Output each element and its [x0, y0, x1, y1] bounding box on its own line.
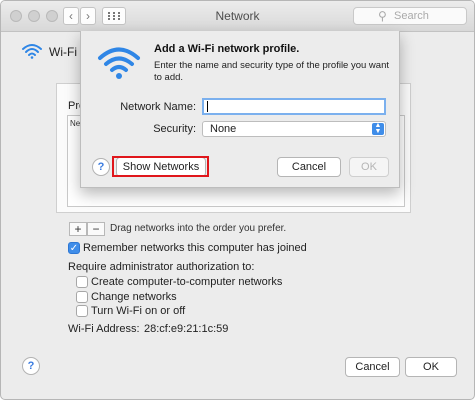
search-placeholder: Search — [394, 10, 429, 22]
wifi-large-icon — [98, 47, 140, 79]
sheet-ok-button[interactable]: OK — [349, 157, 389, 177]
search-field[interactable]: ⚲ Search — [353, 7, 467, 25]
change-networks-checkbox[interactable] — [76, 291, 88, 303]
remember-networks-checkbox[interactable]: ✓ — [68, 242, 80, 254]
wifi-service-label: Wi-Fi — [49, 45, 77, 59]
remember-networks-label: Remember networks this computer has join… — [83, 242, 307, 254]
network-column-header[interactable]: Ne — [70, 119, 80, 128]
updown-arrows-icon: ▲ ▼ — [372, 122, 384, 135]
cancel-button[interactable]: Cancel — [345, 357, 400, 377]
turn-wifi-checkbox[interactable] — [76, 305, 88, 317]
turn-wifi-label: Turn Wi-Fi on or off — [91, 305, 186, 317]
wifi-icon — [22, 44, 42, 59]
create-computer-networks-label: Create computer-to-computer networks — [91, 276, 283, 288]
network-name-input[interactable] — [202, 98, 386, 115]
wifi-address-value: 28:cf:e9:21:1c:59 — [144, 323, 229, 335]
network-preferences-window: ‹ › Network ⚲ Search Wi-Fi Pre Ne + − Dr… — [0, 0, 475, 400]
remove-network-button[interactable]: − — [87, 222, 105, 236]
sheet-cancel-button[interactable]: Cancel — [277, 157, 341, 177]
title-bar: ‹ › Network ⚲ Search — [1, 1, 474, 32]
drag-hint-text: Drag networks into the order you prefer. — [110, 223, 287, 234]
security-label: Security: — [153, 123, 196, 135]
help-button[interactable]: ? — [22, 357, 40, 375]
highlight-annotation-box — [112, 156, 209, 177]
security-value: None — [210, 123, 237, 135]
network-name-label: Network Name: — [120, 101, 196, 113]
text-cursor — [207, 101, 208, 112]
create-computer-networks-checkbox[interactable] — [76, 276, 88, 288]
sheet-title: Add a Wi-Fi network profile. — [154, 43, 300, 55]
security-select[interactable]: None ▲ ▼ — [202, 121, 386, 137]
require-admin-label: Require administrator authorization to: — [68, 261, 255, 273]
ok-button[interactable]: OK — [405, 357, 457, 377]
sheet-help-button[interactable]: ? — [92, 158, 110, 176]
sheet-description: Enter the name and security type of the … — [154, 60, 389, 83]
change-networks-label: Change networks — [91, 291, 177, 303]
search-icon: ⚲ — [378, 9, 387, 23]
wifi-address-label: Wi-Fi Address: — [68, 323, 140, 335]
add-network-button[interactable]: + — [69, 222, 87, 236]
